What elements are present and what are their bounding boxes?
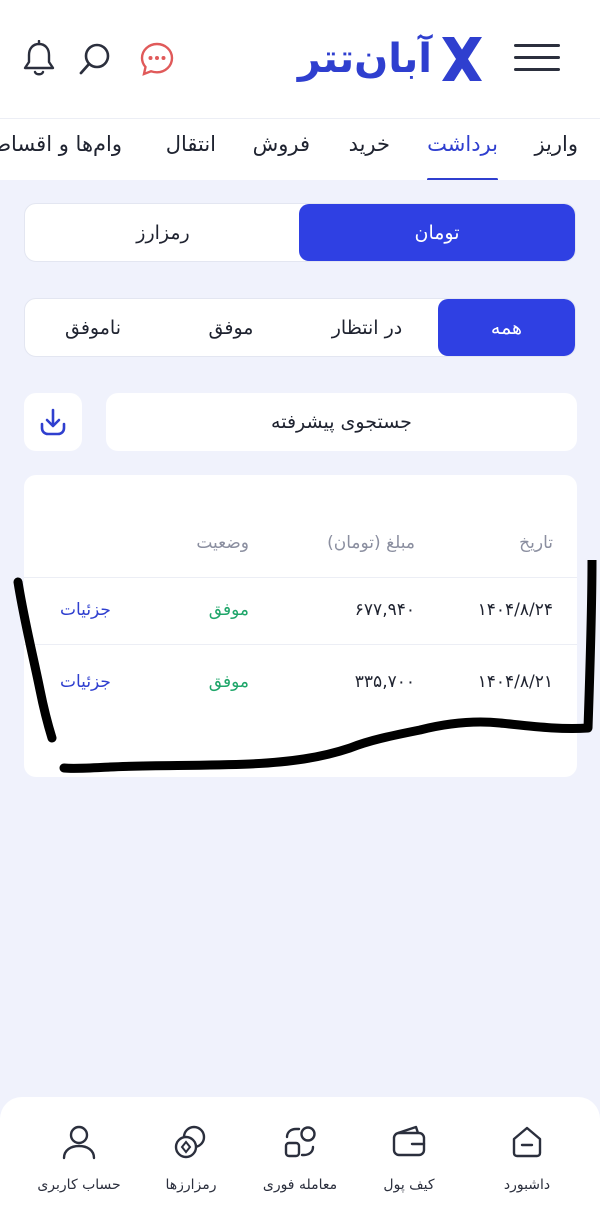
details-link[interactable]: جزئیات — [60, 600, 111, 620]
row-amount: ۳۳۵,۷۰۰ — [354, 672, 415, 692]
nav-item-wallet[interactable]: کیف پول — [354, 1121, 464, 1207]
app-logo[interactable]: آبان‌تتر — [298, 30, 484, 88]
row-date: ۱۴۰۴/۸/۲۴ — [477, 600, 553, 620]
tab-deposit[interactable]: واریز — [534, 119, 578, 180]
coins-icon — [170, 1121, 212, 1163]
logo-text: آبان‌تتر — [297, 36, 433, 82]
nav-item-instant-trade[interactable]: معامله فوری — [245, 1121, 355, 1207]
wallet-icon — [388, 1121, 430, 1163]
nav-label: داشبورد — [503, 1177, 551, 1193]
status-badge: موفق — [208, 672, 249, 692]
column-header-date: تاریخ — [519, 533, 553, 553]
row-divider — [24, 577, 577, 578]
exchange-icon — [279, 1121, 321, 1163]
status-badge: موفق — [208, 600, 249, 620]
status-option-failed[interactable]: ناموفق — [25, 299, 163, 356]
currency-filter: تومان رمزارز — [24, 203, 576, 262]
bell-icon[interactable] — [20, 40, 58, 78]
currency-option-crypto[interactable]: رمزارز — [25, 204, 301, 261]
transactions-table: تاریخ مبلغ (تومان) وضعیت ۱۴۰۴/۸/۲۴ ۶۷۷,۹… — [24, 475, 577, 777]
user-icon — [58, 1121, 100, 1163]
bottom-navigation: داشبورد کیف پول معامله فوری رمزارزها حسا… — [0, 1097, 600, 1213]
column-header-status: وضعیت — [196, 533, 249, 553]
tab-buy[interactable]: خرید — [349, 119, 390, 180]
status-option-pending[interactable]: در انتظار — [299, 299, 435, 356]
nav-label: رمزارزها — [165, 1177, 217, 1193]
menu-icon[interactable] — [514, 42, 560, 74]
transaction-tabs: واریز برداشت خرید فروش انتقال وام‌ها و ا… — [0, 118, 600, 180]
details-link[interactable]: جزئیات — [60, 672, 111, 692]
row-divider — [24, 644, 577, 645]
nav-item-account[interactable]: حساب کاربری — [24, 1121, 134, 1207]
row-date: ۱۴۰۴/۸/۲۱ — [477, 672, 553, 692]
home-icon — [506, 1121, 548, 1163]
tab-loans[interactable]: وام‌ها و اقساط — [0, 119, 122, 180]
advanced-search-button[interactable]: جستجوی پیشرفته — [106, 393, 577, 451]
nav-item-dashboard[interactable]: داشبورد — [472, 1121, 582, 1207]
row-amount: ۶۷۷,۹۴۰ — [354, 600, 415, 620]
app-header: آبان‌تتر — [0, 0, 600, 118]
chat-icon[interactable] — [138, 40, 176, 78]
nav-item-cryptos[interactable]: رمزارزها — [136, 1121, 246, 1207]
nav-label: حساب کاربری — [37, 1177, 121, 1193]
tab-sell[interactable]: فروش — [253, 119, 310, 180]
status-option-all[interactable]: همه — [438, 299, 575, 356]
search-icon[interactable] — [76, 40, 114, 78]
status-option-success[interactable]: موفق — [163, 299, 299, 356]
nav-label: کیف پول — [383, 1177, 435, 1193]
column-header-amount: مبلغ (تومان) — [327, 533, 415, 553]
download-icon — [40, 408, 66, 436]
tab-withdraw[interactable]: برداشت — [427, 119, 498, 180]
currency-option-toman[interactable]: تومان — [299, 204, 575, 261]
tab-transfer[interactable]: انتقال — [166, 119, 216, 180]
download-button[interactable] — [24, 393, 82, 451]
status-filter: همه در انتظار موفق ناموفق — [24, 298, 576, 357]
nav-label: معامله فوری — [262, 1177, 338, 1193]
logo-x-icon — [442, 37, 482, 81]
